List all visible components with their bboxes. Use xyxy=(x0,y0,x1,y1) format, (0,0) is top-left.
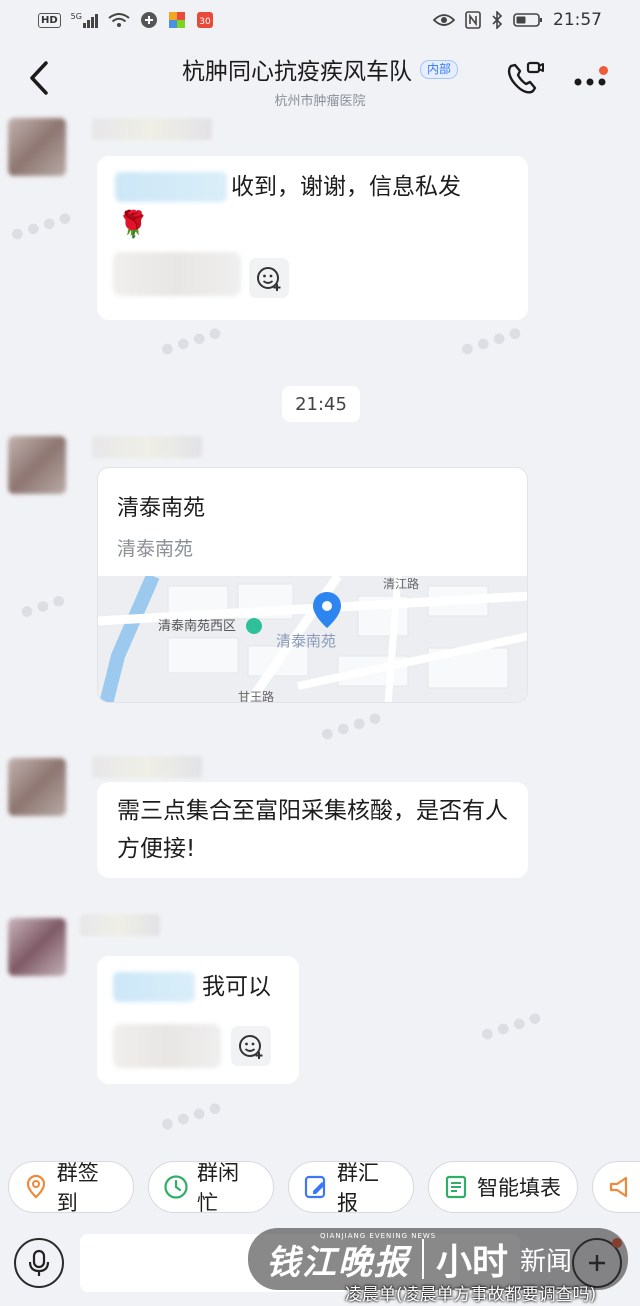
quick-action-report[interactable]: 群汇报 xyxy=(288,1161,414,1215)
app-red-icon: 30 xyxy=(196,12,213,28)
location-map[interactable]: 清江路 甘王路 清泰南苑西区 清泰南苑 xyxy=(98,573,527,703)
avatar[interactable] xyxy=(8,758,66,816)
app-notification-icon xyxy=(140,12,157,28)
mention-tag xyxy=(115,172,227,202)
chat-area[interactable]: ● ● ● ● ● ● ● ● ● ● ● ● ● ● ● ● ● ● ● ● … xyxy=(0,118,640,1153)
location-pin-icon xyxy=(23,1174,49,1200)
megaphone-icon xyxy=(607,1174,633,1200)
avatar[interactable] xyxy=(8,436,66,494)
battery-icon xyxy=(513,13,542,27)
watermark: ● ● ● ● xyxy=(459,323,524,359)
quick-action-bar[interactable]: 群签到 群闲忙 群汇报 智能填表 群 xyxy=(0,1158,640,1216)
reaction-list xyxy=(113,1024,221,1068)
add-reaction-button[interactable] xyxy=(231,1026,271,1066)
press-news: 新闻 xyxy=(520,1246,573,1277)
message-text: 收到，谢谢，信息私发 xyxy=(231,174,461,200)
sender-name xyxy=(92,436,202,458)
press-separator xyxy=(422,1239,424,1279)
video-call-button[interactable] xyxy=(505,60,545,98)
eye-icon xyxy=(433,14,455,26)
message-bubble[interactable]: 我可以 xyxy=(97,956,299,1084)
status-left: HD 5G 30 xyxy=(38,11,214,29)
add-emoji-icon xyxy=(239,1035,263,1059)
signal-icon: 5G xyxy=(71,12,98,28)
mention-tag xyxy=(113,972,195,1002)
press-name: 钱江晚报 xyxy=(266,1242,410,1283)
voice-button[interactable] xyxy=(14,1238,64,1288)
microphone-icon xyxy=(28,1249,50,1276)
reaction-list xyxy=(113,252,241,296)
map-place-label: 清泰南苑西区 xyxy=(158,618,236,634)
sender-name xyxy=(92,118,212,140)
group-title: 杭肿同心抗疫疾风车队 xyxy=(181,59,412,85)
watermark: ● ● ● ● xyxy=(319,708,384,744)
video-call-icon xyxy=(507,61,544,94)
clock-icon xyxy=(163,1174,189,1200)
quick-action-label: 群签到 xyxy=(56,1161,99,1215)
map-road-label: 清江路 xyxy=(383,576,419,591)
watermark: ● ● ● ● xyxy=(159,323,224,359)
notification-dot xyxy=(599,66,608,75)
quick-action-announce[interactable]: 群 xyxy=(592,1161,640,1213)
quick-action-label: 群汇报 xyxy=(337,1161,379,1215)
add-emoji-icon xyxy=(257,267,281,291)
bluetooth-icon xyxy=(492,11,503,29)
internal-tag: 内部 xyxy=(419,59,458,79)
map-road-label: 甘王路 xyxy=(238,689,274,703)
report-edit-icon xyxy=(303,1174,329,1200)
watermark: ● ● ● xyxy=(18,591,67,621)
quick-action-smart-form[interactable]: 智能填表 xyxy=(428,1161,578,1213)
quick-action-checkin[interactable]: 群签到 xyxy=(8,1161,134,1215)
app-colorful-icon xyxy=(168,12,185,28)
press-name-en: QIANJIANG EVENING NEWS xyxy=(320,1232,437,1240)
quick-action-label: 智能填表 xyxy=(477,1176,561,1200)
message-text: 需三点集合至富阳采集核酸，是否有人方便接! xyxy=(117,798,508,862)
more-button[interactable] xyxy=(572,66,612,94)
add-reaction-button[interactable] xyxy=(249,258,289,298)
rose-emoji-icon: 🌹 xyxy=(117,210,150,240)
form-icon xyxy=(443,1174,469,1200)
message-bubble[interactable]: 需三点集合至富阳采集核酸，是否有人方便接! xyxy=(97,782,528,878)
hd-badge: HD xyxy=(38,12,61,28)
avatar[interactable] xyxy=(8,918,66,976)
status-right: 21:57 xyxy=(433,10,602,30)
image-caption: 凌晨单(凌晨单方事故都要调查吗) xyxy=(345,1285,597,1305)
location-card[interactable]: 清泰南苑 清泰南苑 清江路 甘王路 清泰南苑西区 清泰南苑 xyxy=(97,467,528,703)
sender-name xyxy=(80,914,160,936)
quick-action-label: 群闲忙 xyxy=(197,1161,239,1215)
map-place-label: 清泰南苑 xyxy=(276,632,336,650)
watermark: ● ● ● ● xyxy=(9,208,74,244)
watermark: ● ● ● ● xyxy=(479,1008,544,1044)
watermark: ● ● ● ● xyxy=(159,1098,224,1134)
status-bar: HD 5G 30 21:57 xyxy=(0,0,640,40)
sender-name xyxy=(92,756,202,778)
message-text: 我可以 xyxy=(202,974,271,1000)
location-title: 清泰南苑 xyxy=(117,496,206,521)
timestamp-divider: 21:45 xyxy=(282,386,360,422)
map-graphic: 清江路 甘王路 清泰南苑西区 清泰南苑 xyxy=(98,573,527,703)
svg-text:30: 30 xyxy=(199,17,211,27)
status-time: 21:57 xyxy=(553,10,602,30)
location-subtitle: 清泰南苑 xyxy=(117,538,194,560)
quick-action-busy[interactable]: 群闲忙 xyxy=(148,1161,274,1215)
nfc-icon xyxy=(465,11,481,29)
press-brand: 小时 xyxy=(436,1242,509,1283)
chat-header: 杭肿同心抗疫疾风车队 内部 杭州市肿瘤医院 xyxy=(0,40,640,118)
message-bubble[interactable]: 收到，谢谢，信息私发 🌹 xyxy=(97,156,528,320)
wifi-icon xyxy=(108,13,130,27)
network-label: 5G xyxy=(70,12,82,21)
avatar[interactable] xyxy=(8,118,66,176)
